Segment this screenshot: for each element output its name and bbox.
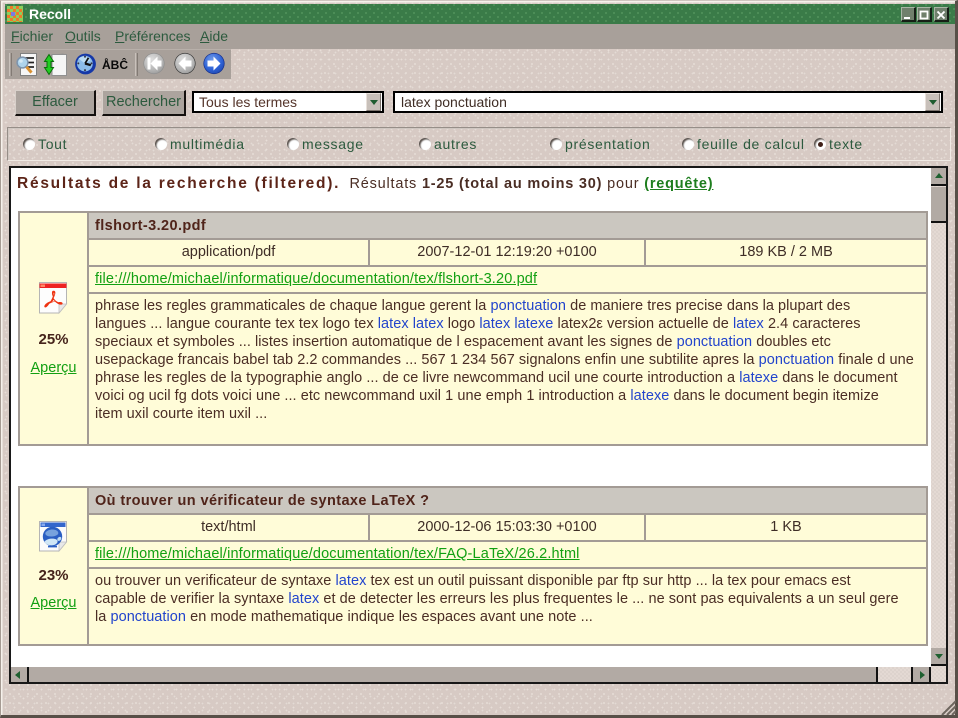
svg-text:ÅBĈ: ÅBĈ <box>102 57 128 72</box>
